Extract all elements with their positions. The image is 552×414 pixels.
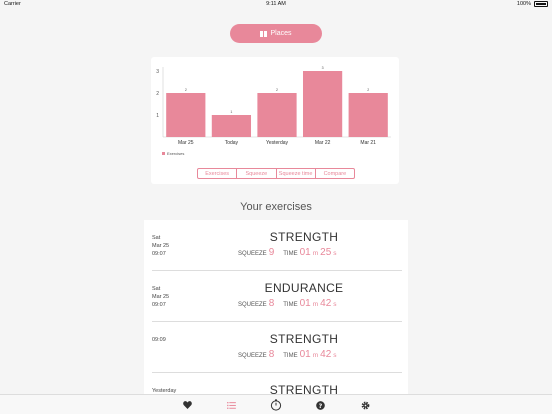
y-tick-label: 3 — [156, 69, 159, 75]
exercises-bar-chart: 1 2 3 2 Mar 25 1 Today 2 Yesterday 3 Mar 22 2 Mar 21… — [156, 66, 391, 156]
exercise-type: STRENGTH — [269, 332, 339, 346]
bar-data-label: 1 — [230, 110, 232, 114]
exercise-row[interactable]: Sat Mar 25 09:07 ENDURANCE SQUEEZE 8 TIME 01… — [144, 271, 408, 322]
status-bar: Carrier 9:11 AM 100% — [0, 0, 552, 10]
exercise-date: Sat Mar 25 09:07 — [152, 235, 170, 257]
bar-data-label: 2 — [185, 88, 187, 92]
x-tick-label: Mar 22 — [315, 140, 331, 146]
exercise-date: Sat Mar 25 09:07 — [152, 286, 170, 308]
svg-text:?: ? — [318, 402, 322, 409]
chart-metric-selector: Exercises Squeeze Squeeze time Compare — [197, 168, 355, 179]
x-tick-label: Mar 25 — [178, 140, 194, 146]
exercise-row[interactable]: Yesterday STRENGTH — [144, 373, 408, 396]
exercise-stats: SQUEEZE 8 TIME 01 m 42 s — [238, 298, 337, 309]
exercise-stats: SQUEEZE 8 TIME 01 m 42 s — [238, 349, 337, 360]
tab-workout[interactable] — [269, 398, 283, 412]
segment-squeeze-time[interactable]: Squeeze time — [275, 169, 315, 178]
places-button[interactable]: Places — [230, 24, 322, 43]
chart-bar — [211, 115, 252, 137]
section-title: Your exercises — [240, 201, 312, 213]
segment-compare[interactable]: Compare — [314, 169, 354, 178]
battery-percent: 100% — [516, 1, 531, 7]
x-tick-label: Today — [225, 140, 239, 146]
y-tick-label: 2 — [156, 91, 159, 97]
help-icon: ? — [315, 400, 325, 409]
exercise-list[interactable]: Sat Mar 25 09:07 STRENGTH SQUEEZE 9 TIME 01 m… — [144, 220, 408, 396]
legend-swatch — [162, 152, 165, 155]
list-icon — [226, 401, 236, 409]
tab-exercise-list[interactable] — [224, 398, 238, 412]
exercise-type: ENDURANCE — [264, 281, 344, 295]
exercise-date: 09:09 — [152, 337, 166, 343]
exercise-type: STRENGTH — [269, 230, 339, 244]
tab-settings[interactable] — [358, 398, 372, 412]
exercise-row[interactable]: Sat Mar 25 09:07 STRENGTH SQUEEZE 9 TIME 01 m… — [144, 220, 408, 271]
x-tick-label: Yesterday — [266, 140, 289, 146]
x-tick-label: Mar 21 — [360, 140, 376, 146]
chart-bar — [302, 71, 343, 137]
segment-squeeze[interactable]: Squeeze — [236, 169, 275, 178]
stopwatch-icon — [270, 399, 282, 411]
battery-icon — [534, 1, 548, 7]
segment-exercises[interactable]: Exercises — [198, 169, 236, 178]
tab-help[interactable]: ? — [313, 398, 327, 412]
heart-icon — [182, 401, 192, 409]
bar-data-label: 2 — [367, 88, 369, 92]
battery-status: 100% — [517, 1, 548, 7]
status-time: 9:11 AM — [266, 1, 286, 7]
places-button-label: Places — [270, 30, 292, 37]
bar-data-label: 2 — [276, 88, 278, 92]
tab-bar: ? — [0, 394, 552, 414]
exercise-stats: SQUEEZE 9 TIME 01 m 25 s — [238, 247, 337, 258]
chart-bar — [348, 93, 388, 137]
tab-favorites[interactable] — [180, 398, 194, 412]
exercise-row[interactable]: 09:09 STRENGTH SQUEEZE 8 TIME 01 m 42 s — [144, 322, 408, 373]
chart-bar — [257, 93, 297, 137]
exercises-chart-card: 1 2 3 2 Mar 25 1 Today 2 Yesterday 3 Mar 22 2 Mar 21… — [151, 57, 399, 184]
bar-data-label: 3 — [322, 66, 324, 70]
gear-icon — [361, 401, 369, 409]
y-tick-label: 1 — [156, 113, 159, 119]
map-icon — [260, 30, 268, 37]
chart-bar — [166, 93, 206, 137]
legend-label: Exercises — [167, 151, 184, 156]
